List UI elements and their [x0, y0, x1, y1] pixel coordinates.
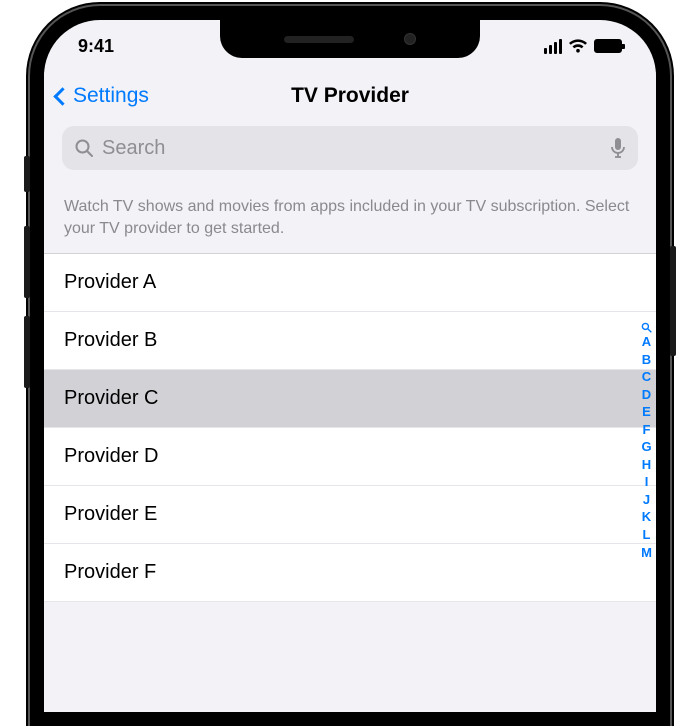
provider-label: Provider C: [64, 387, 158, 410]
back-label: Settings: [73, 84, 149, 108]
index-letter[interactable]: I: [645, 473, 649, 491]
section-index[interactable]: A B C D E F G H I J K L M: [641, 322, 652, 561]
page-title: TV Provider: [291, 84, 409, 108]
wifi-icon: [568, 39, 588, 54]
provider-label: Provider F: [64, 561, 156, 584]
status-time: 9:41: [78, 36, 114, 57]
list-item[interactable]: Provider C: [44, 370, 656, 428]
screen: 9:41 Settings TV Provider Searc: [44, 20, 656, 712]
description-text: Watch TV shows and movies from apps incl…: [44, 180, 656, 254]
list-item[interactable]: Provider B: [44, 312, 656, 370]
list-item[interactable]: Provider F: [44, 544, 656, 602]
power-button: [670, 246, 676, 356]
provider-label: Provider B: [64, 329, 157, 352]
back-button[interactable]: Settings: [56, 84, 149, 108]
front-camera: [404, 33, 416, 45]
volume-up-button: [24, 226, 30, 298]
index-letter[interactable]: L: [643, 526, 651, 544]
provider-list: Provider A Provider B Provider C Provide…: [44, 254, 656, 602]
battery-icon: [594, 39, 622, 53]
microphone-icon[interactable]: [610, 137, 626, 159]
index-letter[interactable]: C: [642, 368, 651, 386]
list-item[interactable]: Provider D: [44, 428, 656, 486]
index-letter[interactable]: K: [642, 508, 651, 526]
index-search-icon[interactable]: [641, 322, 652, 333]
index-letter[interactable]: E: [642, 403, 651, 421]
phone-frame: 9:41 Settings TV Provider Searc: [30, 6, 670, 726]
index-letter[interactable]: F: [643, 421, 651, 439]
list-item[interactable]: Provider E: [44, 486, 656, 544]
provider-label: Provider E: [64, 503, 157, 526]
index-letter[interactable]: G: [641, 438, 651, 456]
chevron-left-icon: [53, 87, 71, 105]
provider-label: Provider D: [64, 445, 158, 468]
search-field[interactable]: Search: [62, 126, 638, 170]
status-icons: [544, 39, 623, 54]
speaker-grille: [284, 36, 354, 43]
provider-label: Provider A: [64, 271, 156, 294]
notch: [220, 20, 480, 58]
silent-switch: [24, 156, 30, 192]
cellular-signal-icon: [544, 39, 563, 54]
search-icon: [74, 138, 94, 158]
list-item[interactable]: Provider A: [44, 254, 656, 312]
volume-down-button: [24, 316, 30, 388]
index-letter[interactable]: D: [642, 386, 651, 404]
index-letter[interactable]: J: [643, 491, 650, 509]
search-placeholder: Search: [102, 137, 610, 160]
index-letter[interactable]: M: [641, 544, 652, 562]
index-letter[interactable]: H: [642, 456, 651, 474]
index-letter[interactable]: A: [642, 333, 651, 351]
nav-bar: Settings TV Provider: [44, 72, 656, 120]
index-letter[interactable]: B: [642, 351, 651, 369]
